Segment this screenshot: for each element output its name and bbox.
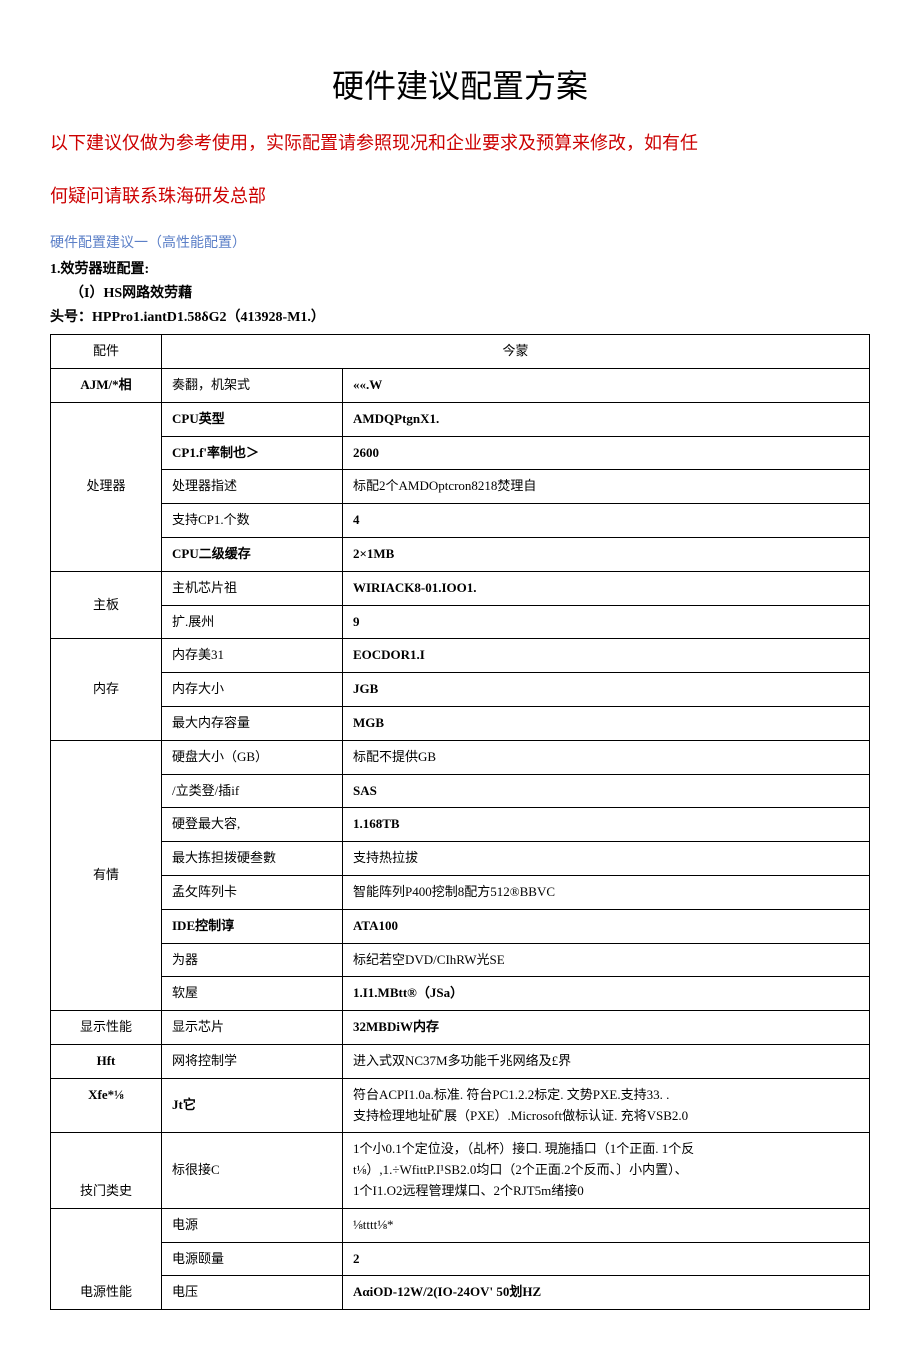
cat-io: 技门类史 (51, 1133, 162, 1208)
table-row: 技门类史 标很接C 1个小0.1个定位没，（乩杯）接口. 現施插口（1个正面. … (51, 1133, 870, 1208)
table-row: /立类登/插if SAS (51, 774, 870, 808)
table-row: 硬登最大容, 1.168TB (51, 808, 870, 842)
spec-key: 显示芯片 (162, 1011, 343, 1045)
table-row: 处理器 CPU英型 AMDQPtgnX1. (51, 402, 870, 436)
spec-key: 电源 (162, 1208, 343, 1242)
table-row: 内存大小 JGB (51, 673, 870, 707)
config-line-1: 1.效劳器班配置: (50, 258, 870, 278)
spec-key: 为器 (162, 943, 343, 977)
cat-power: 电源性能 (51, 1208, 162, 1309)
spec-val: 支持热拉拔 (343, 842, 870, 876)
spec-val: 9 (343, 605, 870, 639)
table-row: 处理器指述 标配2个AMDOptcron8218焚理自 (51, 470, 870, 504)
header-value: 今蒙 (162, 335, 870, 369)
spec-key: 内存美31 (162, 639, 343, 673)
table-row: IDE控制谆 ATA100 (51, 909, 870, 943)
spec-val: 2×1MB (343, 538, 870, 572)
spec-key: CPU英型 (162, 402, 343, 436)
table-row: 支持CP1.个数 4 (51, 504, 870, 538)
table-row: AJM/*相 奏翻，机架式 ««.W (51, 369, 870, 403)
spec-val: 2 (343, 1242, 870, 1276)
table-row: 最大内存容量 MGB (51, 706, 870, 740)
table-row: 孟攵阵列卡 智能阵列P400挖制8配方512®BBVC (51, 875, 870, 909)
spec-val: 标配2个AMDOptcron8218焚理自 (343, 470, 870, 504)
table-row: CPU二级缓存 2×1MB (51, 538, 870, 572)
table-header-row: 配件 今蒙 (51, 335, 870, 369)
spec-val: 2600 (343, 436, 870, 470)
spec-key: 硬盘大小（GB） (162, 740, 343, 774)
spec-key: 硬登最大容, (162, 808, 343, 842)
spec-key: CP1.f'率制也＞ (162, 436, 343, 470)
spec-key: 标很接C (162, 1133, 343, 1208)
cat-cpu: 处理器 (51, 402, 162, 571)
spec-val: MGB (343, 706, 870, 740)
table-row: 扩.展州 9 (51, 605, 870, 639)
spec-val: AMDQPtgnX1. (343, 402, 870, 436)
cat-other: Xfe*⅛ (51, 1078, 162, 1133)
cat-mb: 主板 (51, 571, 162, 639)
spec-key: 最大内存容量 (162, 706, 343, 740)
table-row: Xfe*⅛ Jt它 符台ACPI1.0a.标准. 符台PC1.2.2标定. 文势… (51, 1078, 870, 1133)
spec-val: 4 (343, 504, 870, 538)
spec-val: WIRIACK8-01.IOO1. (343, 571, 870, 605)
spec-val: 智能阵列P400挖制8配方512®BBVC (343, 875, 870, 909)
spec-val: 符台ACPI1.0a.标准. 符台PC1.2.2标定. 文势PXE.支持33. … (343, 1078, 870, 1133)
table-row: 内存 内存美31 EOCDOR1.I (51, 639, 870, 673)
spec-key: 最大拣担拨硬叁數 (162, 842, 343, 876)
cat-net: Hft (51, 1044, 162, 1078)
spec-key: Jt它 (162, 1078, 343, 1133)
table-row: 电源颐量 2 (51, 1242, 870, 1276)
table-row: 最大拣担拨硬叁數 支持热拉拔 (51, 842, 870, 876)
spec-val: ⅛tttt⅛* (343, 1208, 870, 1242)
page-title: 硬件建议配置方案 (50, 61, 870, 107)
spec-val: ATA100 (343, 909, 870, 943)
cat-mem: 内存 (51, 639, 162, 740)
spec-key: 电压 (162, 1276, 343, 1310)
cat-storage: 有情 (51, 740, 162, 1010)
spec-key: CPU二级缓存 (162, 538, 343, 572)
config-line-2: （I）HS网路效劳藉 (50, 282, 870, 302)
spec-val: JGB (343, 673, 870, 707)
spec-val: 32MBDiW内存 (343, 1011, 870, 1045)
notice-text-1: 以下建议仅做为参考使用，实际配置请参照现况和企业要求及预算来修改，如有任 (50, 127, 870, 159)
spec-val: ««.W (343, 369, 870, 403)
spec-key: IDE控制谆 (162, 909, 343, 943)
spec-key: 扩.展州 (162, 605, 343, 639)
spec-key: 网将控制学 (162, 1044, 343, 1078)
spec-key: 主机芯片祖 (162, 571, 343, 605)
table-row: 电压 AαiOD-12W/2(IO-24OV' 50划HZ (51, 1276, 870, 1310)
spec-table: 配件 今蒙 AJM/*相 奏翻，机架式 ««.W 处理器 CPU英型 AMDQP… (50, 334, 870, 1310)
config-subheading: 硬件配置建议一（高性能配置） (50, 232, 870, 252)
spec-key: 电源颐量 (162, 1242, 343, 1276)
spec-val: 标配不提供GB (343, 740, 870, 774)
notice-text-2: 何疑问请联系珠海研发总部 (50, 180, 870, 212)
header-category: 配件 (51, 335, 162, 369)
spec-val: AαiOD-12W/2(IO-24OV' 50划HZ (343, 1276, 870, 1310)
spec-key: 内存大小 (162, 673, 343, 707)
table-row: 显示性能 显示芯片 32MBDiW内存 (51, 1011, 870, 1045)
spec-key: 支持CP1.个数 (162, 504, 343, 538)
table-row: 软屋 1.I1.MBtt®（JSa） (51, 977, 870, 1011)
spec-key: 奏翻，机架式 (162, 369, 343, 403)
table-row: 主板 主机芯片祖 WIRIACK8-01.IOO1. (51, 571, 870, 605)
table-row: 电源性能 电源 ⅛tttt⅛* (51, 1208, 870, 1242)
cat-ajm: AJM/*相 (51, 369, 162, 403)
table-row: Hft 网将控制学 进入式双NC37M多功能千兆网络及£界 (51, 1044, 870, 1078)
spec-val: 1.168TB (343, 808, 870, 842)
table-row: 有情 硬盘大小（GB） 标配不提供GB (51, 740, 870, 774)
spec-key: 孟攵阵列卡 (162, 875, 343, 909)
spec-val: 1.I1.MBtt®（JSa） (343, 977, 870, 1011)
spec-val: SAS (343, 774, 870, 808)
table-row: 为器 标纪若空DVD/CIhRW光SE (51, 943, 870, 977)
cat-display: 显示性能 (51, 1011, 162, 1045)
spec-key: /立类登/插if (162, 774, 343, 808)
spec-val: EOCDOR1.I (343, 639, 870, 673)
config-line-3: 头号：HPPro1.iantD1.58δG2（413928-M1.） (50, 306, 870, 326)
spec-key: 处理器指述 (162, 470, 343, 504)
spec-val: 1个小0.1个定位没，（乩杯）接口. 現施插口（1个正面. 1个反 t⅛）,1.… (343, 1133, 870, 1208)
spec-key: 软屋 (162, 977, 343, 1011)
spec-val: 标纪若空DVD/CIhRW光SE (343, 943, 870, 977)
spec-val: 进入式双NC37M多功能千兆网络及£界 (343, 1044, 870, 1078)
table-row: CP1.f'率制也＞ 2600 (51, 436, 870, 470)
